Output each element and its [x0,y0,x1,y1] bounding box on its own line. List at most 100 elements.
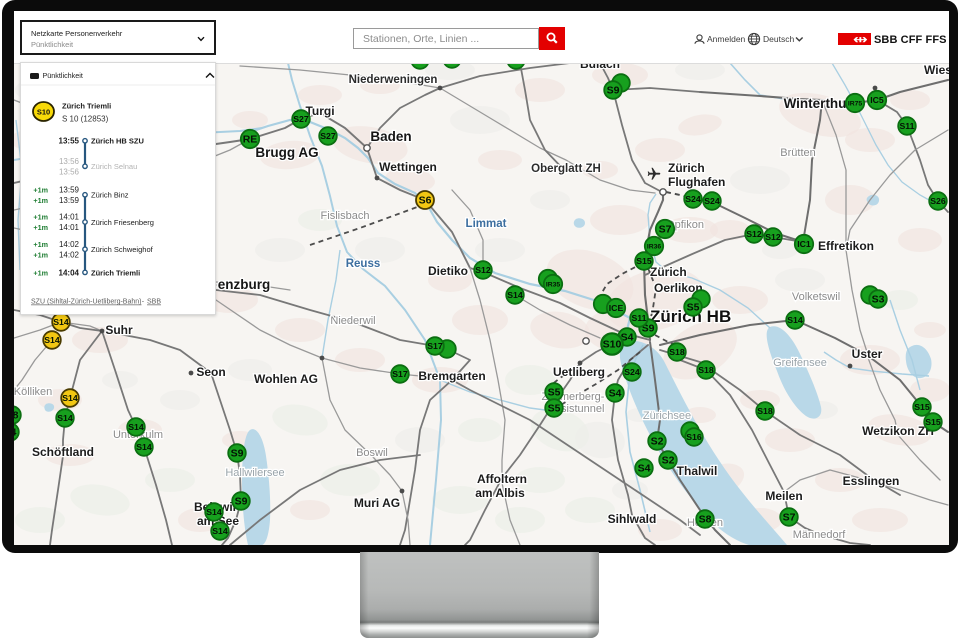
svg-text:14:01: 14:01 [59,223,80,232]
svg-text:Thalwil: Thalwil [677,464,718,478]
svg-text:S17: S17 [392,369,408,379]
svg-text:Wetzikon ZH: Wetzikon ZH [862,424,934,438]
svg-text:S27: S27 [320,131,336,141]
svg-text:Deutsch: Deutsch [763,34,794,44]
svg-text:S9: S9 [235,496,248,508]
svg-text:Zürich Binz: Zürich Binz [91,191,129,200]
svg-text:14:02: 14:02 [59,240,80,249]
svg-text:S27: S27 [293,114,309,124]
svg-text:Meilen: Meilen [765,489,802,503]
svg-text:Zürich Triemli: Zürich Triemli [62,102,111,111]
svg-text:S17: S17 [427,341,443,351]
svg-text:S9: S9 [231,448,244,460]
svg-text:Bremgarten: Bremgarten [418,369,485,383]
svg-text:Greifensee: Greifensee [773,357,827,369]
svg-text:Zürich Friesenberg: Zürich Friesenberg [91,218,154,227]
svg-text:Zürich: Zürich [668,161,705,175]
svg-text:Niederwil: Niederwil [330,315,375,327]
svg-text:SZU (Sihltal-Zürich-Uetliberg-: SZU (Sihltal-Zürich-Uetliberg-Bahn) [31,299,141,306]
svg-text:Brütten: Brütten [780,147,815,159]
svg-text:S14: S14 [507,290,523,300]
svg-text:Seon: Seon [196,365,225,379]
svg-text:Volketswil: Volketswil [792,291,840,303]
svg-text:S4: S4 [638,463,651,475]
svg-text:Wettingen: Wettingen [379,160,437,174]
svg-text:S14: S14 [206,507,222,517]
svg-text:Zürichsee: Zürichsee [643,410,691,422]
svg-text:S7: S7 [783,512,796,524]
svg-text:+1m: +1m [33,213,48,222]
svg-text:S14: S14 [136,442,152,452]
svg-text:Schöftland: Schöftland [32,445,94,459]
svg-text:S14: S14 [53,317,69,327]
svg-text:+1m: +1m [33,240,48,249]
svg-text:+1m: +1m [33,186,48,195]
svg-text:S14: S14 [128,422,144,432]
svg-text:13:59: 13:59 [59,196,80,205]
svg-text:enzburg: enzburg [218,277,271,292]
svg-text:Brugg AG: Brugg AG [255,145,318,160]
svg-text:Boswil: Boswil [356,447,388,459]
svg-text:Niederweningen: Niederweningen [349,74,438,86]
svg-text:S3: S3 [872,294,885,306]
svg-text:-: - [142,299,145,306]
svg-text:S14: S14 [62,393,78,403]
svg-text:Zürich Schweighof: Zürich Schweighof [91,245,154,254]
svg-text:S14: S14 [212,526,228,536]
svg-text:Baden: Baden [370,129,411,144]
svg-text:Dietiko: Dietiko [428,264,468,278]
svg-text:S2: S2 [662,455,675,467]
svg-text:Hallwilersee: Hallwilersee [225,467,284,479]
svg-text:S18: S18 [669,347,685,357]
svg-text:14:01: 14:01 [59,213,80,222]
svg-text:S10: S10 [603,339,622,351]
svg-text:S5: S5 [548,387,561,399]
svg-text:Flughafen: Flughafen [668,175,725,189]
svg-text:Pünktlichkeit: Pünktlichkeit [43,71,83,80]
svg-text:Zürich Selnau: Zürich Selnau [91,162,137,171]
svg-text:13:55: 13:55 [59,137,80,146]
svg-text:S12: S12 [475,265,491,275]
svg-text:Suhr: Suhr [105,323,133,337]
svg-text:S 10 (12853): S 10 (12853) [62,114,109,123]
svg-text:S5: S5 [548,403,561,415]
svg-text:+1m: +1m [33,250,48,259]
svg-text:RE: RE [243,134,258,146]
svg-text:S15: S15 [925,417,941,427]
svg-text:+1m: +1m [33,223,48,232]
svg-text:S24: S24 [624,367,640,377]
svg-text:S4: S4 [609,388,622,400]
svg-text:S12: S12 [765,232,781,242]
svg-text:Muri AG: Muri AG [354,496,400,510]
svg-text:Wohlen AG: Wohlen AG [254,372,318,386]
svg-text:IC5: IC5 [870,95,884,105]
svg-text:Reuss: Reuss [346,258,381,270]
svg-text:Fislisbach: Fislisbach [321,210,370,222]
svg-text:Zürich HB SZU: Zürich HB SZU [91,137,144,146]
svg-text:S11: S11 [632,313,647,323]
svg-text:S24: S24 [685,194,701,204]
svg-text:Uster: Uster [852,347,883,361]
svg-text:S26: S26 [930,196,946,206]
svg-text:Esslingen: Esslingen [843,474,900,488]
svg-text:S15: S15 [636,256,652,266]
svg-text:S14: S14 [44,335,60,345]
svg-text:Effretikon: Effretikon [818,239,874,253]
svg-text:Oberglatt ZH: Oberglatt ZH [531,163,601,175]
svg-text:S18: S18 [698,365,714,375]
svg-text:Anmelden: Anmelden [707,34,746,44]
svg-text:IC1: IC1 [797,239,811,249]
svg-text:ICE: ICE [609,303,624,313]
svg-text:13:59: 13:59 [59,186,80,195]
svg-text:Männedorf: Männedorf [793,529,847,541]
svg-text:S24: S24 [704,196,720,206]
svg-text:Limmat: Limmat [466,218,507,230]
svg-text:13:56: 13:56 [59,168,80,177]
svg-text:14:02: 14:02 [59,250,80,259]
svg-text:S4: S4 [14,427,17,439]
svg-text:+1m: +1m [33,268,48,277]
svg-text:Wies: Wies [924,63,949,77]
svg-text:IR36: IR36 [647,243,662,250]
svg-text:S18: S18 [757,406,773,416]
svg-text:+1m: +1m [33,196,48,205]
